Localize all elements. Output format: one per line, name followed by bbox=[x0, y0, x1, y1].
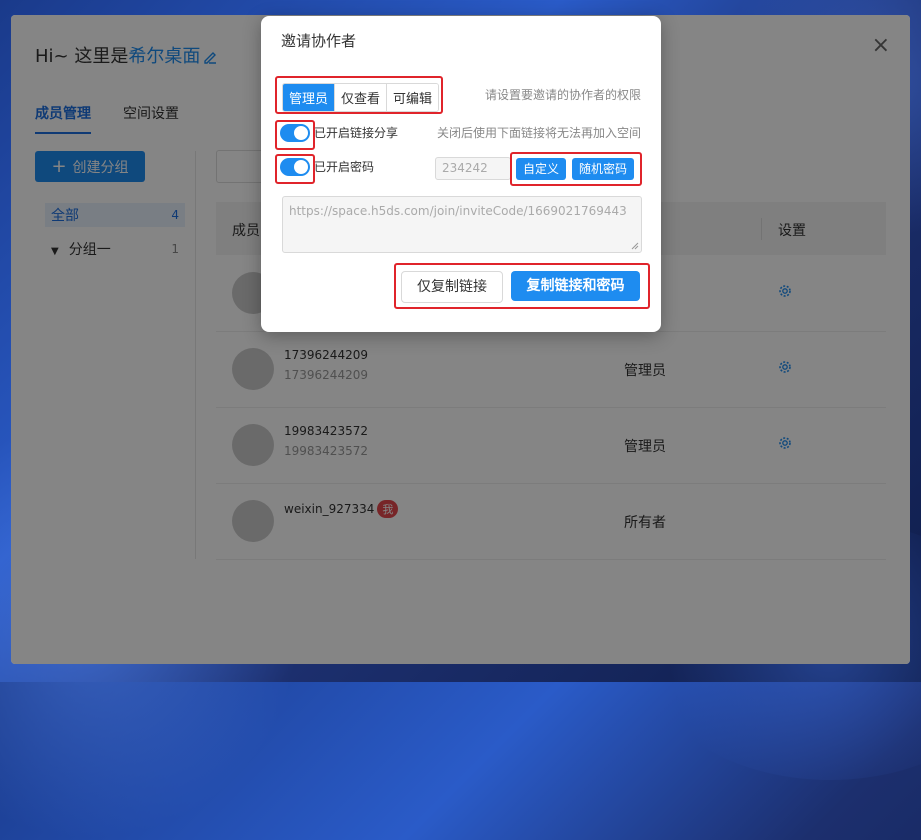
permission-option-edit[interactable]: 可编辑 bbox=[386, 84, 439, 111]
password-toggle[interactable] bbox=[280, 158, 310, 176]
dialog-title: 邀请协作者 bbox=[281, 32, 357, 50]
link-share-hint: 关闭后使用下面链接将无法再加入空间 bbox=[436, 126, 641, 140]
copy-link-and-password-button[interactable]: 复制链接和密码 bbox=[511, 271, 640, 301]
link-share-label: 已开启链接分享 bbox=[314, 126, 399, 140]
random-password-button[interactable]: 随机密码 bbox=[572, 158, 634, 180]
custom-password-button[interactable]: 自定义 bbox=[516, 158, 566, 180]
permission-selector: 管理员 仅查看 可编辑 bbox=[282, 83, 440, 112]
toggle-knob bbox=[294, 126, 308, 140]
invite-dialog: 邀请协作者 管理员 仅查看 可编辑 请设置要邀请的协作者的权限 已开启链接分享 … bbox=[261, 16, 661, 332]
permission-option-view[interactable]: 仅查看 bbox=[334, 84, 387, 111]
toggle-knob bbox=[294, 160, 308, 174]
invite-link-text: https://space.h5ds.com/join/inviteCode/1… bbox=[289, 204, 627, 218]
link-share-toggle[interactable] bbox=[280, 124, 310, 142]
permission-hint: 请设置要邀请的协作者的权限 bbox=[484, 88, 641, 102]
invite-link-textarea[interactable]: https://space.h5ds.com/join/inviteCode/1… bbox=[282, 196, 642, 253]
password-label: 已开启密码 bbox=[314, 160, 375, 174]
permission-option-admin[interactable]: 管理员 bbox=[283, 84, 335, 111]
copy-link-button[interactable]: 仅复制链接 bbox=[401, 271, 503, 303]
password-field[interactable]: 234242 bbox=[435, 157, 511, 180]
resize-grip-icon[interactable] bbox=[631, 242, 639, 250]
